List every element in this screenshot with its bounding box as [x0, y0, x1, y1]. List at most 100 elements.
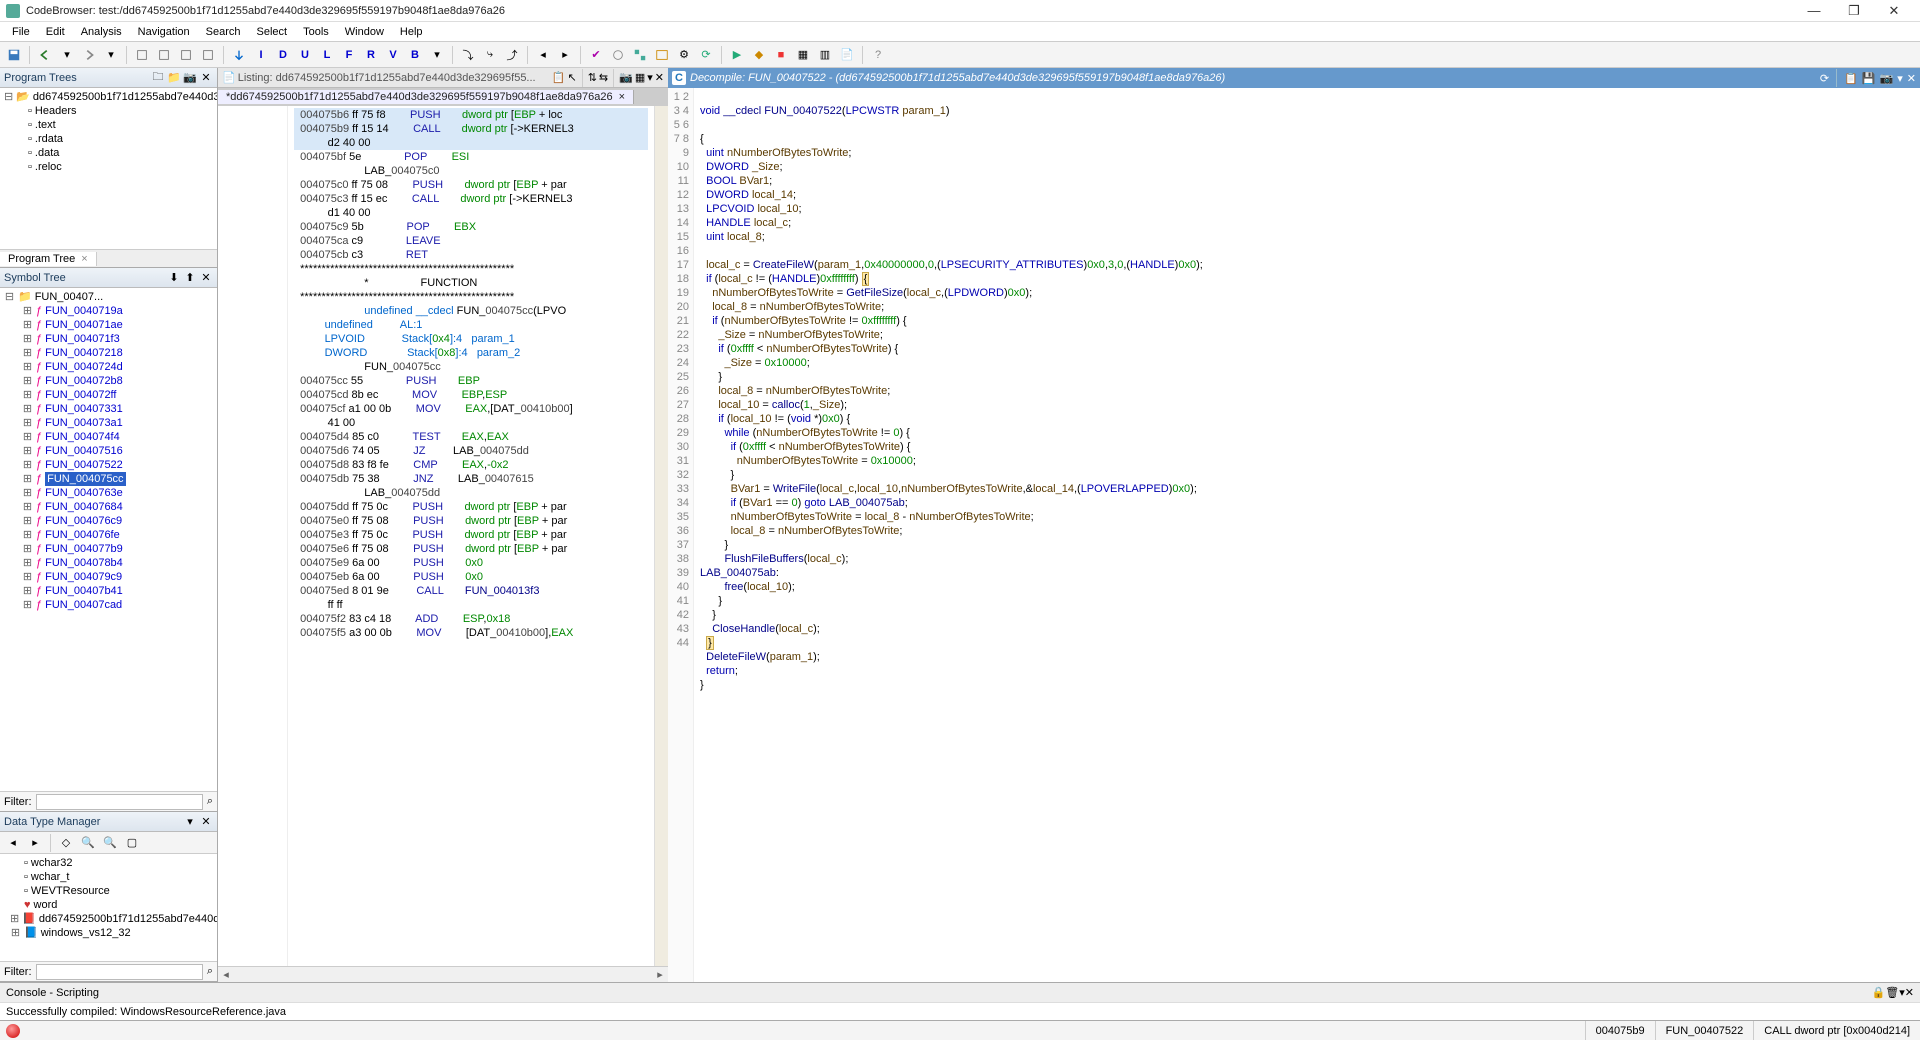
decomp-refresh-icon[interactable]: ⟳ [1820, 72, 1829, 85]
listing-fields-icon[interactable]: ▦ [635, 71, 645, 84]
bookmark-prev-icon[interactable]: ◂ [533, 45, 553, 65]
listing-flow-icon[interactable]: ⇅ [588, 71, 597, 84]
symbol-item[interactable]: ⊞ƒ FUN_004076fe [4, 528, 213, 542]
dtm-item[interactable]: ▫ wchar_t [4, 870, 213, 884]
camera-icon[interactable]: 📷 [183, 71, 197, 85]
symbol-item[interactable]: ⊞ƒ FUN_0040763e [4, 486, 213, 500]
symbol-item[interactable]: ⊞ƒ FUN_004073a1 [4, 416, 213, 430]
symbol-item[interactable]: ⊞ƒ FUN_004075cc [4, 472, 213, 486]
dtm-item[interactable]: ▫ WEVTResource [4, 884, 213, 898]
dtm-filter2-icon[interactable]: 🔍 [100, 833, 120, 853]
decomp-export-icon[interactable]: 💾 [1862, 72, 1876, 85]
symbol-filter-input[interactable] [36, 794, 203, 810]
nav-up-icon[interactable] [176, 45, 196, 65]
new-folder-icon[interactable]: 🗀 [151, 71, 165, 85]
tree-item-rdata[interactable]: ▫ .rdata [4, 132, 213, 146]
tree-item-data[interactable]: ▫ .data [4, 146, 213, 160]
bookmark-next-icon[interactable]: ▸ [555, 45, 575, 65]
dtm-tree[interactable]: ▫ wchar32 ▫ wchar_t ▫ WEVTResource ♥ wor… [0, 854, 217, 961]
marker-F-icon[interactable]: F [339, 45, 359, 65]
nav-prev-icon[interactable] [132, 45, 152, 65]
console-clear-icon[interactable]: 🗑 [1885, 986, 1899, 999]
window-icon[interactable] [652, 45, 672, 65]
listing-close-icon[interactable]: ✕ [655, 71, 664, 84]
forward-dropdown[interactable]: ▾ [101, 45, 121, 65]
marker-U-icon[interactable]: U [295, 45, 315, 65]
nav-down-icon[interactable] [198, 45, 218, 65]
listing-snapshot-icon[interactable]: 📷 [619, 71, 633, 84]
dtm-back-icon[interactable]: ◂ [3, 833, 23, 853]
back-button[interactable] [35, 45, 55, 65]
dtm-item[interactable]: ▫ wchar32 [4, 856, 213, 870]
step-out-icon[interactable]: ⤴ [502, 45, 522, 65]
gear-icon[interactable]: ⚙ [674, 45, 694, 65]
export-icon[interactable]: ⬆ [183, 271, 197, 285]
minimize-button[interactable]: — [1794, 3, 1834, 18]
symbol-item[interactable]: ⊞ƒ FUN_0040724d [4, 360, 213, 374]
program-tree[interactable]: ⊟📂 dd674592500b1f71d1255abd7e440d3de329 … [0, 88, 217, 249]
check-icon[interactable]: ✔ [586, 45, 606, 65]
symbol-item[interactable]: ⊞ƒ FUN_004074f4 [4, 430, 213, 444]
menu-select[interactable]: Select [249, 24, 296, 40]
decomp-snapshot-icon[interactable]: 📷 [1880, 72, 1894, 85]
step-into-icon[interactable]: ⤵ [458, 45, 478, 65]
symbol-item[interactable]: ⊞ƒ FUN_00407218 [4, 346, 213, 360]
close-panel-icon[interactable]: ✕ [199, 71, 213, 85]
dtm-collapse-icon[interactable]: ◇ [56, 833, 76, 853]
menu-analysis[interactable]: Analysis [73, 24, 130, 40]
listing-copy-icon[interactable]: 📋 [552, 71, 566, 84]
console-output[interactable]: Successfully compiled: WindowsResourceRe… [0, 1002, 1920, 1020]
import-icon[interactable]: ⬇ [167, 271, 181, 285]
symbol-item[interactable]: ⊞ƒ FUN_004076c9 [4, 514, 213, 528]
marker-dropdown[interactable]: ▾ [427, 45, 447, 65]
marker-B-icon[interactable]: B [405, 45, 425, 65]
back-dropdown[interactable]: ▾ [57, 45, 77, 65]
close-button[interactable]: ✕ [1874, 3, 1914, 19]
registers-icon[interactable]: ▥ [815, 45, 835, 65]
listing-cursor-icon[interactable]: ↖ [567, 71, 576, 84]
symbol-item[interactable]: ⊞ƒ FUN_00407522 [4, 458, 213, 472]
close-symbol-icon[interactable]: ✕ [199, 271, 213, 285]
dtm-close-icon[interactable]: ✕ [199, 815, 213, 829]
symbol-item[interactable]: ⊞ƒ FUN_004079c9 [4, 570, 213, 584]
program-tree-tab[interactable]: Program Tree× [0, 252, 97, 266]
dtm-filter1-icon[interactable]: 🔍 [78, 833, 98, 853]
listing-menu-icon[interactable]: ▾ [647, 71, 653, 84]
dtm-filter-input[interactable] [36, 964, 203, 980]
symbol-item[interactable]: ⊞ƒ FUN_004072b8 [4, 374, 213, 388]
dtm-item[interactable]: ♥ word [4, 898, 213, 912]
help-icon[interactable]: ? [868, 45, 888, 65]
maximize-button[interactable]: ❐ [1834, 3, 1874, 19]
run-icon[interactable]: ▶ [727, 45, 747, 65]
symbol-root[interactable]: ⊟📁 FUN_00407... [4, 290, 213, 304]
menu-search[interactable]: Search [198, 24, 249, 40]
symbol-item[interactable]: ⊞ƒ FUN_00407331 [4, 402, 213, 416]
menu-edit[interactable]: Edit [38, 24, 73, 40]
step-over-icon[interactable]: ⤷ [480, 45, 500, 65]
scroll-left-icon[interactable]: ◂ [218, 968, 234, 981]
listing-diff-icon[interactable]: ⇆ [599, 71, 608, 84]
memory-icon[interactable]: ▦ [793, 45, 813, 65]
debug-icon[interactable]: ◆ [749, 45, 769, 65]
decompile-view[interactable]: void __cdecl FUN_00407522(LPCWSTR param_… [694, 88, 1920, 982]
nav-next-icon[interactable] [154, 45, 174, 65]
symbol-item[interactable]: ⊞ƒ FUN_004071ae [4, 318, 213, 332]
symbol-item[interactable]: ⊞ƒ FUN_00407b41 [4, 584, 213, 598]
tab-close-icon[interactable]: × [81, 253, 87, 265]
marker-down-icon[interactable] [229, 45, 249, 65]
filter-apply-icon[interactable]: ⌕ [207, 795, 213, 808]
scroll-right-icon[interactable]: ▸ [652, 968, 668, 981]
menu-tools[interactable]: Tools [295, 24, 337, 40]
dtm-filter-apply-icon[interactable]: ⌕ [207, 965, 213, 978]
dtm-fwd-icon[interactable]: ▸ [25, 833, 45, 853]
graph-icon[interactable] [630, 45, 650, 65]
symbol-item[interactable]: ⊞ƒ FUN_00407cad [4, 598, 213, 612]
marker-L-icon[interactable]: L [317, 45, 337, 65]
tree-item-reloc[interactable]: ▫ .reloc [4, 160, 213, 174]
symbol-item[interactable]: ⊞ƒ FUN_00407516 [4, 444, 213, 458]
script-icon[interactable]: 📄 [837, 45, 857, 65]
stop-icon[interactable]: ■ [771, 45, 791, 65]
forward-button[interactable] [79, 45, 99, 65]
decomp-menu-icon[interactable]: ▾ [1897, 72, 1903, 85]
dtm-item[interactable]: ⊞📘 windows_vs12_32 [4, 926, 213, 940]
